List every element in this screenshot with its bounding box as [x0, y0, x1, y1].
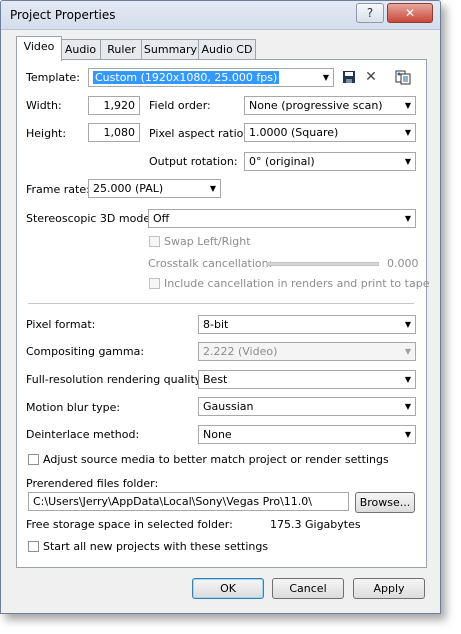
field-order-label: Field order: — [149, 99, 211, 112]
gamma-dropdown[interactable]: 2.222 (Video) ▼ — [198, 342, 416, 361]
gamma-value: 2.222 (Video) — [203, 345, 278, 358]
pixel-format-dropdown[interactable]: 8-bit ▼ — [198, 315, 416, 334]
save-icon[interactable] — [340, 68, 358, 86]
height-field[interactable]: 1,080 — [88, 123, 140, 142]
frame-rate-label: Frame rate: — [26, 183, 90, 196]
output-rotation-dropdown[interactable]: 0° (original) ▼ — [244, 152, 416, 171]
render-quality-label: Full-resolution rendering quality: — [26, 373, 205, 386]
tab-audio[interactable]: Audio — [59, 39, 102, 60]
swap-left-right-label: Swap Left/Right — [164, 235, 251, 248]
chevron-down-icon: ▼ — [404, 402, 411, 411]
crosstalk-value: 0.000 — [387, 257, 419, 270]
frame-rate-value: 25.000 (PAL) — [93, 182, 164, 195]
adjust-source-checkbox[interactable] — [28, 454, 39, 465]
pixel-format-value: 8-bit — [203, 318, 229, 331]
chevron-down-icon: ▼ — [404, 101, 411, 110]
stereo-dropdown[interactable]: Off ▼ — [148, 209, 416, 228]
start-new-projects-label: Start all new projects with these settin… — [43, 540, 269, 553]
deinterlace-value: None — [203, 428, 232, 441]
chevron-down-icon: ▼ — [404, 430, 411, 439]
tab-audio-cd[interactable]: Audio CD — [198, 39, 256, 60]
free-space-value: 175.3 Gigabytes — [270, 518, 361, 531]
deinterlace-dropdown[interactable]: None ▼ — [198, 425, 416, 444]
output-rotation-value: 0° (original) — [249, 155, 315, 168]
tab-ruler[interactable]: Ruler — [100, 39, 143, 60]
pixel-aspect-label: Pixel aspect ratio: — [149, 127, 248, 140]
ok-button[interactable]: OK — [192, 578, 264, 599]
help-button[interactable]: ? — [356, 3, 384, 23]
match-media-icon[interactable] — [393, 68, 413, 86]
chevron-down-icon: ▼ — [404, 375, 411, 384]
chevron-down-icon: ▼ — [322, 73, 329, 82]
gamma-label: Compositing gamma: — [26, 345, 145, 358]
motion-blur-value: Gaussian — [203, 400, 254, 413]
project-properties-dialog: Project Properties ? ✕ Video Audio Ruler… — [0, 0, 441, 614]
height-label: Height: — [26, 127, 67, 140]
window-title: Project Properties — [10, 8, 116, 22]
output-rotation-label: Output rotation: — [149, 155, 238, 168]
start-new-projects-checkbox[interactable] — [28, 541, 39, 552]
motion-blur-dropdown[interactable]: Gaussian ▼ — [198, 397, 416, 416]
browse-button[interactable]: Browse... — [355, 492, 415, 513]
free-space-label: Free storage space in selected folder: — [26, 518, 233, 531]
chevron-down-icon: ▼ — [209, 184, 216, 193]
chevron-down-icon: ▼ — [404, 157, 411, 166]
crosstalk-label: Crosstalk cancellation: — [148, 257, 273, 270]
frame-rate-dropdown[interactable]: 25.000 (PAL) ▼ — [88, 179, 221, 198]
apply-button[interactable]: Apply — [353, 578, 425, 599]
chevron-down-icon: ▼ — [404, 214, 411, 223]
width-field[interactable]: 1,920 — [88, 96, 140, 115]
chevron-down-icon: ▼ — [404, 320, 411, 329]
close-button[interactable]: ✕ — [387, 3, 433, 23]
title-bar: Project Properties ? ✕ — [1, 1, 440, 30]
motion-blur-label: Motion blur type: — [26, 401, 121, 414]
tab-summary[interactable]: Summary — [141, 39, 200, 60]
template-value: Custom (1920x1080, 25.000 fps) — [93, 71, 280, 84]
prerendered-path-field[interactable]: C:\Users\Jerry\AppData\Local\Sony\Vegas … — [28, 492, 349, 511]
pixel-aspect-dropdown[interactable]: 1.0000 (Square) ▼ — [244, 123, 416, 142]
include-cancellation-checkbox[interactable] — [149, 278, 160, 289]
adjust-source-label: Adjust source media to better match proj… — [43, 453, 389, 466]
render-quality-value: Best — [203, 373, 228, 386]
stereo-value: Off — [153, 212, 170, 225]
chevron-down-icon: ▼ — [404, 347, 411, 356]
delete-icon[interactable]: ✕ — [362, 68, 380, 86]
render-quality-dropdown[interactable]: Best ▼ — [198, 370, 416, 389]
chevron-down-icon: ▼ — [404, 128, 411, 137]
pixel-format-label: Pixel format: — [26, 318, 96, 331]
pixel-aspect-value: 1.0000 (Square) — [249, 126, 339, 139]
section-divider — [28, 303, 414, 304]
stereo-label: Stereoscopic 3D mode: — [26, 212, 154, 225]
include-cancellation-label: Include cancellation in renders and prin… — [164, 277, 430, 290]
tab-video[interactable]: Video — [16, 36, 62, 61]
template-dropdown[interactable]: Custom (1920x1080, 25.000 fps) ▼ — [88, 68, 334, 87]
deinterlace-label: Deinterlace method: — [26, 428, 140, 441]
swap-left-right-checkbox[interactable] — [149, 236, 160, 247]
field-order-value: None (progressive scan) — [249, 99, 383, 112]
field-order-dropdown[interactable]: None (progressive scan) ▼ — [244, 96, 416, 115]
cancel-button[interactable]: Cancel — [272, 578, 344, 599]
width-label: Width: — [26, 99, 62, 112]
prerendered-label: Prerendered files folder: — [26, 477, 159, 490]
template-label: Template: — [26, 71, 80, 84]
crosstalk-slider[interactable] — [267, 262, 379, 266]
